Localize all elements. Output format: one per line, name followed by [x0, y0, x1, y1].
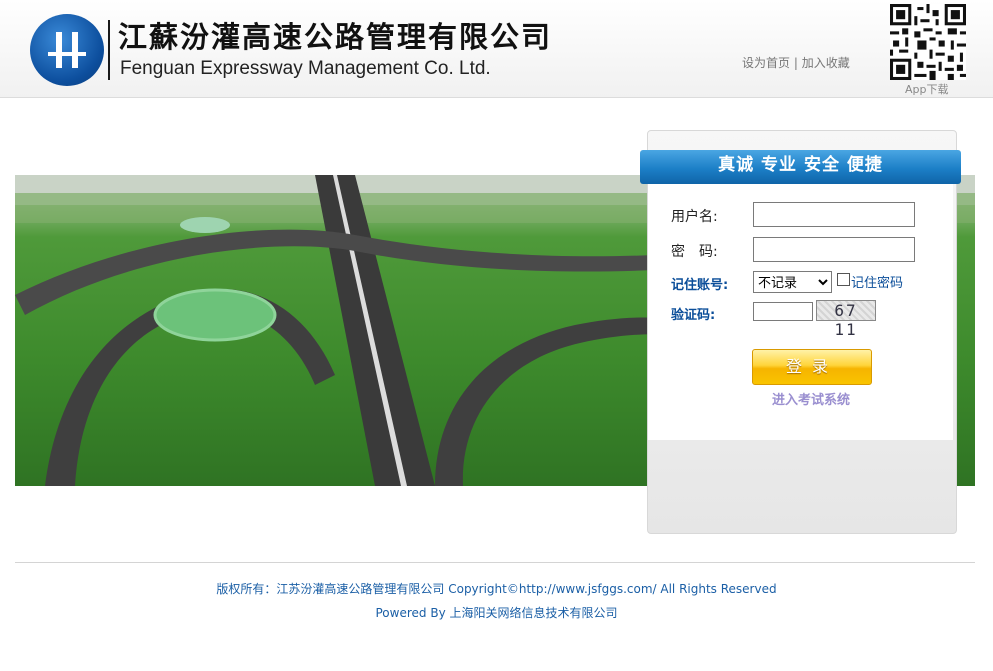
login-button[interactable]: 登录 — [752, 349, 872, 385]
remember-account-select[interactable]: 不记录 — [753, 271, 832, 293]
captcha-image[interactable]: 67 11 — [816, 300, 876, 339]
company-name-chinese: 江蘇汾灌高速公路管理有限公司 — [118, 20, 553, 54]
company-name-english: Fenguan Expressway Management Co. Ltd. — [120, 58, 491, 79]
username-label: 用户名: — [671, 209, 718, 225]
link-separator: | — [793, 56, 798, 70]
remember-password-checkbox[interactable] — [837, 273, 850, 286]
header: 江蘇汾灌高速公路管理有限公司 Fenguan Expressway Manage… — [0, 0, 993, 98]
app-download-label: App下载 — [905, 83, 949, 96]
logo-divider — [108, 20, 110, 80]
footer-divider — [15, 562, 975, 563]
captcha-input[interactable] — [753, 302, 813, 321]
powered-by-text: Powered By 上海阳关网络信息技术有限公司 — [375, 606, 618, 620]
qr-code-icon[interactable] — [890, 4, 966, 80]
login-slogan: 真诚 专业 安全 便捷 — [640, 150, 961, 184]
remember-account-label: 记住账号: — [671, 278, 729, 293]
add-favorite-link[interactable]: 加入收藏 — [802, 56, 850, 70]
captcha-label: 验证码: — [671, 308, 716, 323]
exam-system-link[interactable]: 进入考试系统 — [772, 389, 850, 408]
password-label: 密 码: — [671, 244, 718, 260]
copyright-text: 版权所有：江苏汾灌高速公路管理有限公司 Copyright©http://www… — [216, 582, 777, 596]
top-links: 设为首页 | 加入收藏 — [742, 54, 850, 71]
username-input[interactable] — [753, 202, 915, 227]
set-homepage-link[interactable]: 设为首页 — [742, 56, 790, 70]
company-logo-icon — [30, 14, 104, 86]
password-input[interactable] — [753, 237, 915, 262]
remember-password-label: 记住密码 — [851, 276, 904, 291]
